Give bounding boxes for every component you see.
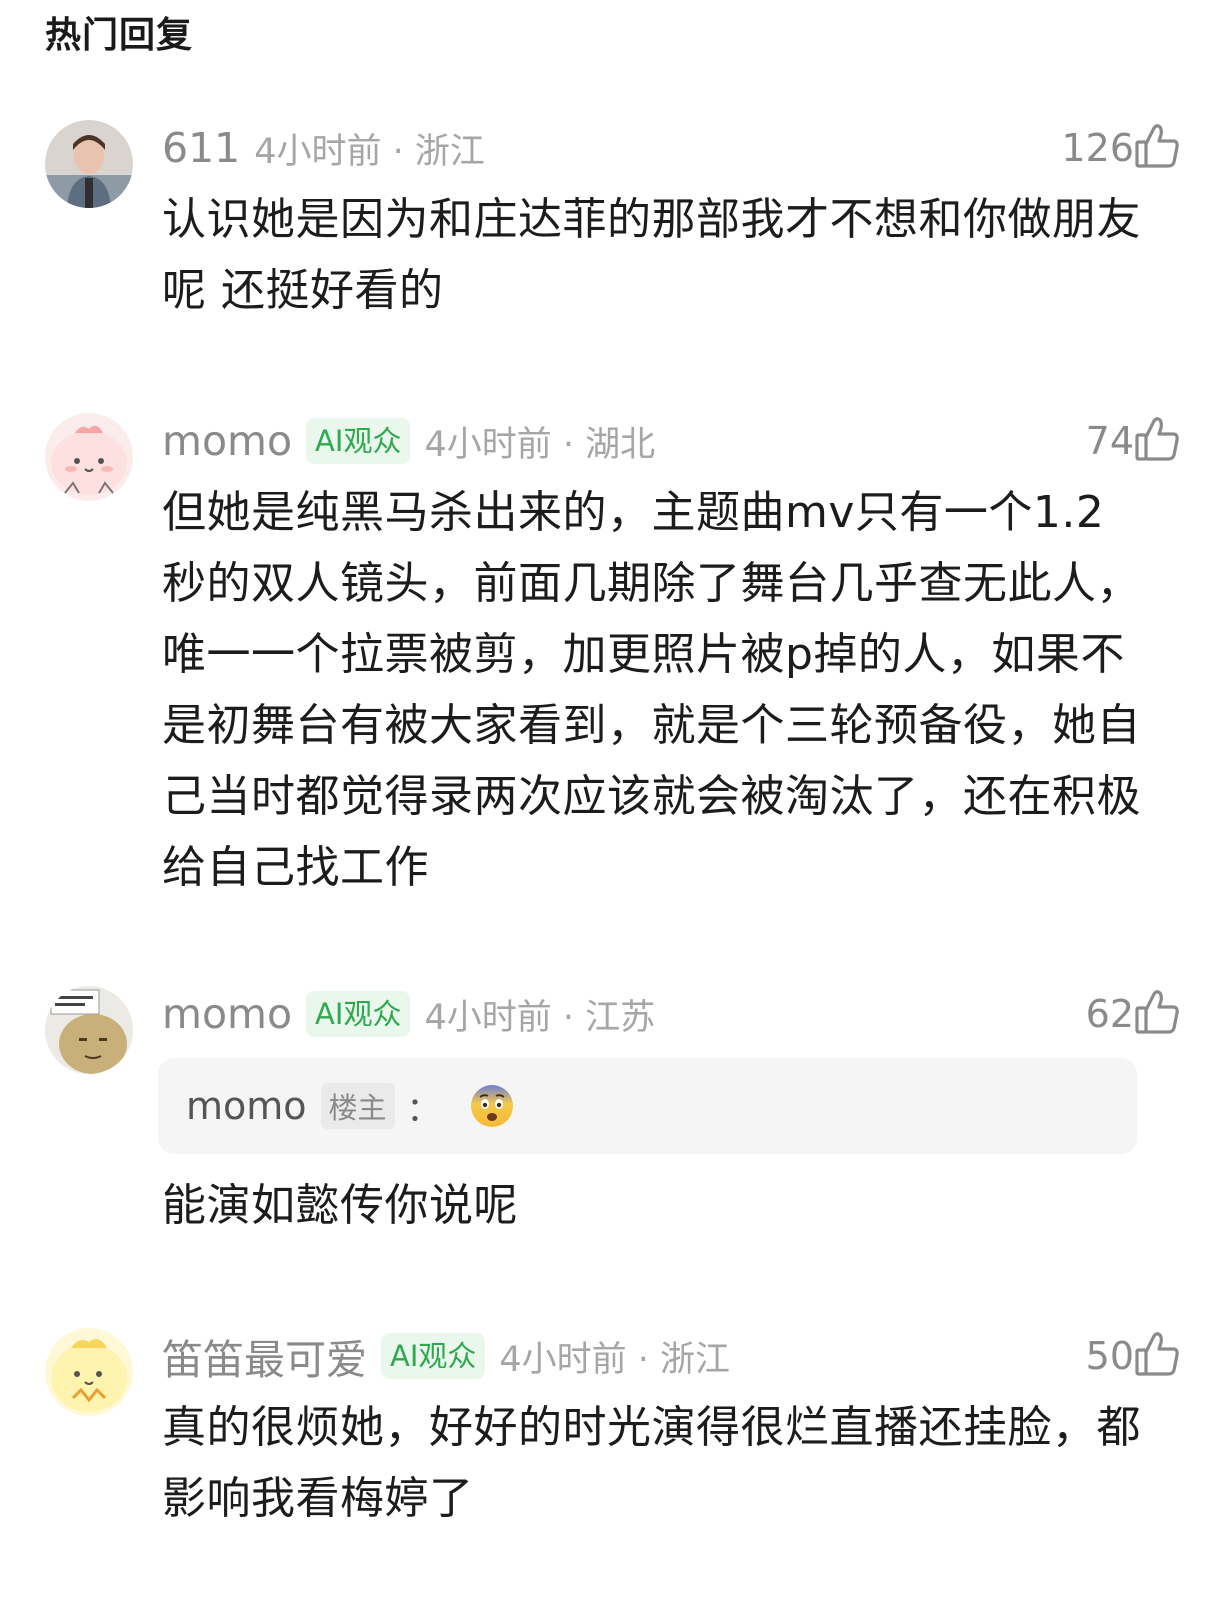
ai-audience-badge: AI观众: [381, 1333, 486, 1379]
like-count: 50: [1085, 1334, 1134, 1378]
quoted-username[interactable]: momo: [186, 1084, 307, 1128]
username[interactable]: 笛笛最可爱: [162, 1326, 367, 1386]
time-location: 4小时前 · 浙江: [499, 1339, 731, 1380]
username[interactable]: 611: [162, 124, 240, 172]
original-poster-badge: 楼主: [320, 1083, 395, 1129]
username[interactable]: momo: [162, 990, 292, 1038]
time-location: 4小时前 · 江苏: [424, 997, 656, 1038]
comment-text: 但她是纯黑马杀出来的，主题曲mv只有一个1.2秒的双人镜头，前面几期除了舞台几乎…: [162, 487, 1141, 893]
like-count: 126: [1061, 126, 1134, 170]
avatar[interactable]: [45, 120, 133, 208]
like-count: 74: [1085, 419, 1134, 463]
ai-audience-badge: AI观众: [306, 418, 411, 464]
avatar[interactable]: [45, 1328, 133, 1416]
username[interactable]: momo: [162, 417, 292, 465]
avatar[interactable]: [45, 986, 133, 1074]
thumbs-up-icon[interactable]: [1134, 988, 1180, 1036]
ai-audience-badge: AI观众: [306, 991, 411, 1037]
section-title: 热门回复: [45, 15, 194, 56]
quote-colon: ：: [406, 1089, 441, 1130]
comment-text: 认识她是因为和庄达菲的那部我才不想和你做朋友呢 还挺好看的: [162, 194, 1141, 316]
thumbs-up-icon[interactable]: [1134, 415, 1180, 463]
thumbs-up-icon[interactable]: [1134, 122, 1180, 170]
thumbs-up-icon[interactable]: [1134, 1330, 1180, 1378]
like-count: 62: [1085, 992, 1134, 1036]
time-location: 4小时前 · 浙江: [254, 131, 485, 172]
comment-text: 能演如懿传你说呢: [162, 1180, 518, 1231]
quoted-reply[interactable]: momo 楼主 ：: [158, 1058, 1137, 1154]
fearful-face-emoji-icon: [469, 1083, 515, 1129]
time-location: 4小时前 · 湖北: [424, 424, 656, 465]
comment-text: 真的很烦她，好好的时光演得很烂直播还挂脸，都影响我看梅婷了: [162, 1402, 1141, 1524]
avatar[interactable]: [45, 413, 133, 501]
